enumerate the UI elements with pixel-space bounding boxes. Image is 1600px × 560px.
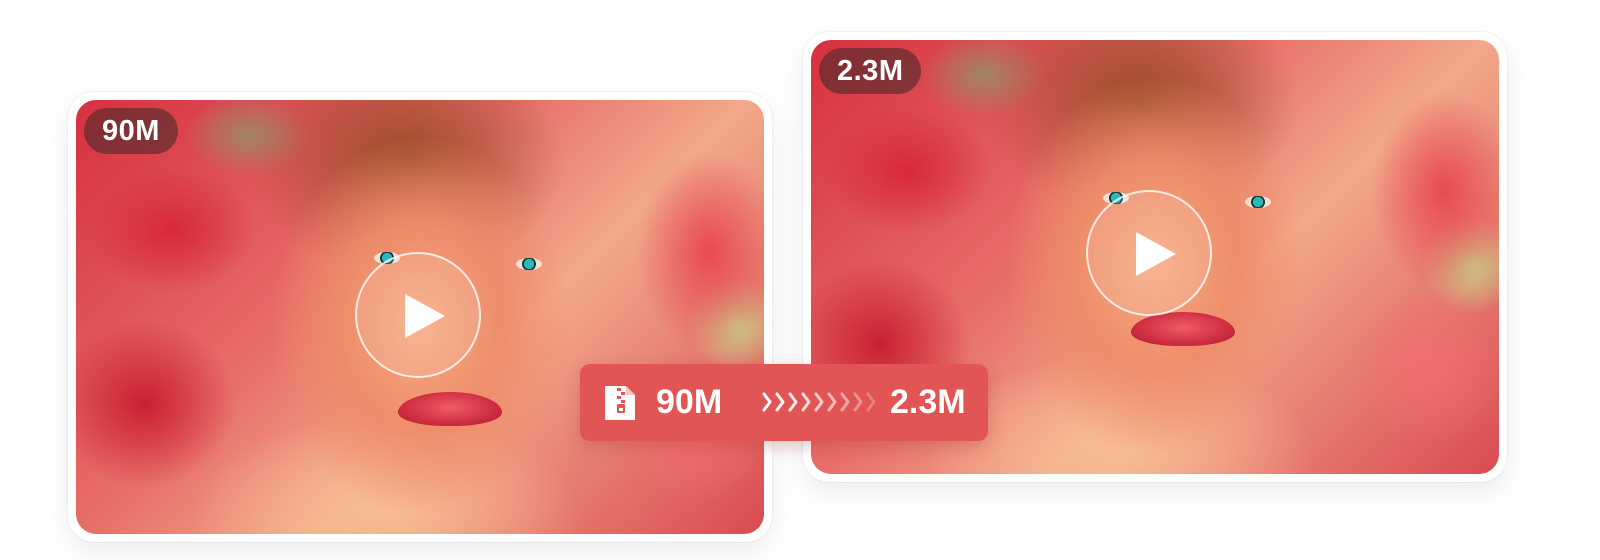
play-button[interactable] xyxy=(1086,190,1212,316)
play-icon xyxy=(405,294,445,338)
chevron-arrows-icon xyxy=(762,392,876,412)
size-badge: 2.3M xyxy=(819,48,922,94)
original-video-thumbnail[interactable]: 90M xyxy=(76,100,764,534)
compression-banner: 90M 2.3M xyxy=(580,364,988,441)
zip-file-icon xyxy=(605,386,635,420)
play-icon xyxy=(1136,232,1176,276)
original-size-label: 90M xyxy=(656,383,723,421)
original-video-card: 90M xyxy=(68,92,772,542)
face-eye-right xyxy=(1245,196,1271,208)
compressed-size-label: 2.3M xyxy=(890,383,966,421)
face-lips xyxy=(398,392,502,426)
face-eye-right xyxy=(516,258,542,270)
face-lips xyxy=(1131,312,1235,346)
size-badge: 90M xyxy=(84,108,178,154)
play-button[interactable] xyxy=(355,252,481,378)
